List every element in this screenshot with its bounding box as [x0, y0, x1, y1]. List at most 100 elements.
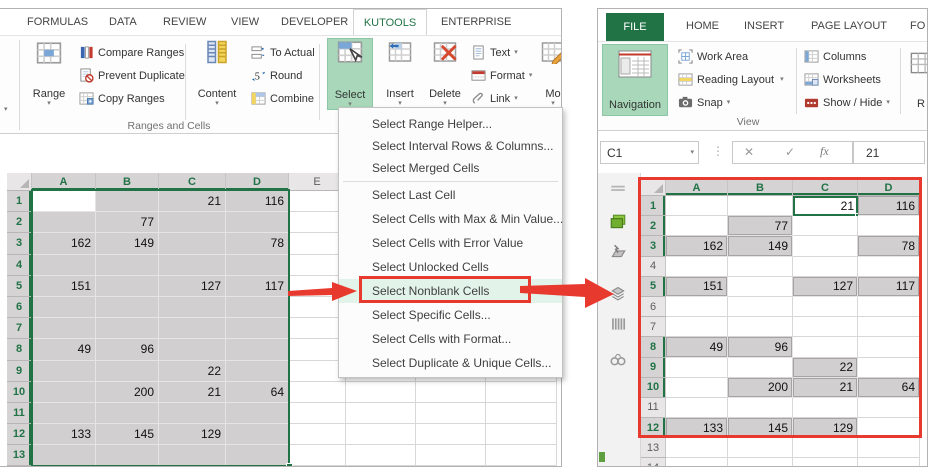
tab-kutools-active[interactable]: KUTOOLS [353, 9, 427, 36]
cell-C10[interactable]: 21 [159, 381, 226, 403]
row-header-10[interactable]: 10 [7, 381, 32, 403]
cell-B1[interactable] [96, 191, 159, 213]
cell-F11[interactable] [346, 402, 416, 425]
cell-A6[interactable] [32, 296, 96, 319]
row-header-11[interactable]: 11 [641, 397, 666, 419]
cell-D10[interactable]: 64 [858, 377, 920, 398]
collapsed-group-caret[interactable]: ▾ [4, 106, 8, 114]
cell-C4[interactable] [159, 254, 226, 276]
cell-C14[interactable] [159, 466, 226, 467]
fill-handle[interactable] [286, 463, 293, 466]
cell-C13[interactable] [159, 445, 226, 466]
row-header-7[interactable]: 7 [641, 317, 666, 338]
cell-D11[interactable] [858, 397, 920, 419]
cell-G11[interactable] [416, 402, 486, 425]
layers-icon[interactable] [609, 283, 627, 301]
cell-B4[interactable] [728, 256, 793, 277]
cell-B7[interactable] [96, 318, 159, 340]
cell-D3[interactable]: 78 [858, 236, 920, 257]
cell-A3[interactable]: 162 [666, 236, 728, 257]
round-button[interactable]: 5 Round [251, 67, 302, 84]
cell-E11[interactable] [289, 402, 346, 425]
cell-D5[interactable]: 117 [226, 275, 289, 297]
cell-B6[interactable] [96, 296, 159, 319]
cell-A5[interactable]: 151 [666, 276, 728, 297]
cell-G12[interactable] [416, 424, 486, 446]
cell-D2[interactable] [226, 212, 289, 234]
row-header-2[interactable]: 2 [7, 212, 32, 234]
row-header-14[interactable]: 14 [7, 466, 32, 467]
menu-item-select-merged-cells[interactable]: Select Merged Cells [339, 157, 562, 179]
cell-A10[interactable] [32, 381, 96, 403]
tab-file[interactable]: FILE [606, 13, 664, 41]
cell-C10[interactable]: 21 [793, 377, 858, 398]
row-header-12[interactable]: 12 [7, 424, 32, 446]
cell-B14[interactable] [728, 458, 793, 466]
cell-D6[interactable] [858, 296, 920, 318]
cell-A13[interactable] [32, 445, 96, 466]
cell-C2[interactable] [793, 216, 858, 237]
cell-A8[interactable]: 49 [666, 337, 728, 358]
dots-separator-icon[interactable]: ⋮ [712, 144, 724, 158]
cell-B7[interactable] [728, 317, 793, 338]
menu-item-select-nonblank-cells[interactable]: Select Nonblank Cells [339, 279, 562, 303]
cell-D2[interactable] [858, 216, 920, 237]
insert-button[interactable]: Insert ▾ [379, 40, 421, 108]
row-header-1[interactable]: 1 [641, 196, 666, 217]
cell-D11[interactable] [226, 402, 289, 425]
cell-C6[interactable] [159, 296, 226, 319]
tab-home[interactable]: HOME [686, 20, 719, 32]
menu-item-select-specific-cells[interactable]: Select Specific Cells... [339, 303, 562, 327]
partial-ribbon-button[interactable]: R [906, 44, 927, 116]
cell-F12[interactable] [346, 424, 416, 446]
cell-A6[interactable] [666, 296, 728, 318]
cell-C1[interactable]: 21 [159, 191, 226, 213]
cell-B3[interactable]: 149 [728, 236, 793, 257]
cell-G10[interactable] [416, 381, 486, 403]
cell-A10[interactable] [666, 377, 728, 398]
cell-B2[interactable]: 77 [96, 212, 159, 234]
cell-D13[interactable] [226, 445, 289, 466]
cancel-icon[interactable]: ✕ [744, 145, 754, 159]
row-header-11[interactable]: 11 [7, 402, 32, 425]
cell-D3[interactable]: 78 [226, 233, 289, 255]
row-header-14[interactable]: 14 [641, 458, 666, 466]
cell-B9[interactable] [728, 357, 793, 378]
to-actual-button[interactable]: To Actual [251, 44, 315, 61]
cell-D10[interactable]: 64 [226, 381, 289, 403]
cell-B9[interactable] [96, 360, 159, 382]
prevent-duplicate-button[interactable]: Prevent Duplicate [79, 67, 185, 84]
compare-ranges-button[interactable]: Compare Ranges [79, 44, 184, 61]
cell-A11[interactable] [32, 402, 96, 425]
cell-G13[interactable] [416, 445, 486, 466]
row-header-13[interactable]: 13 [641, 438, 666, 459]
cell-A1[interactable] [666, 196, 728, 217]
cell-D14[interactable] [858, 458, 920, 466]
cell-E12[interactable] [289, 424, 346, 446]
cell-C3[interactable] [159, 233, 226, 255]
cell-B8[interactable]: 96 [728, 337, 793, 358]
tab-data[interactable]: DATA [109, 16, 137, 28]
tab-formulas-partial[interactable]: FO [910, 20, 925, 32]
cell-B12[interactable]: 145 [96, 424, 159, 446]
work-area-button[interactable]: Work Area [678, 48, 748, 65]
cell-D4[interactable] [226, 254, 289, 276]
columns-button[interactable]: Columns [804, 48, 866, 65]
cell-C12[interactable]: 129 [793, 418, 858, 439]
column-header-B[interactable]: B [96, 173, 159, 191]
menu-item-select-unlocked-cells[interactable]: Select Unlocked Cells [339, 255, 562, 279]
cell-B1[interactable] [728, 196, 793, 217]
row-header-9[interactable]: 9 [7, 360, 32, 382]
cell-D13[interactable] [858, 438, 920, 459]
navigation-button[interactable]: Navigation [602, 44, 668, 116]
tab-page-layout[interactable]: PAGE LAYOUT [811, 20, 887, 32]
cell-C9[interactable]: 22 [159, 360, 226, 382]
cell-B13[interactable] [96, 445, 159, 466]
cell-D8[interactable] [226, 339, 289, 361]
cell-A13[interactable] [666, 438, 728, 459]
cell-B6[interactable] [728, 296, 793, 318]
tab-review[interactable]: REVIEW [163, 16, 206, 28]
cell-C3[interactable] [793, 236, 858, 257]
column-header-D[interactable]: D [226, 173, 289, 191]
enter-icon[interactable]: ✓ [785, 145, 795, 159]
